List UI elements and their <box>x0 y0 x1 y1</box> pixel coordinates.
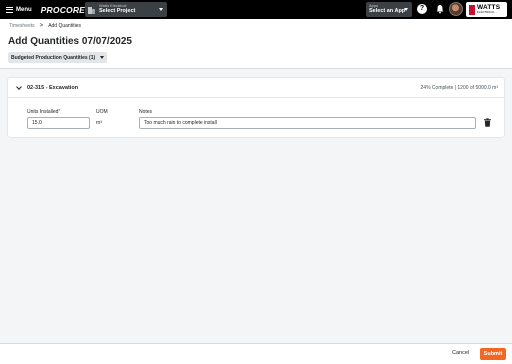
menu-label: Menu <box>16 6 32 13</box>
chevron-down-icon <box>100 56 105 59</box>
company-logo[interactable]: WATTS ELECTRICAL <box>466 2 507 17</box>
page-title: Add Quantities 07/07/2025 <box>8 36 132 47</box>
apps-selector[interactable]: Apps Select an App <box>366 2 412 17</box>
units-installed-input[interactable]: 15.0 <box>27 117 90 129</box>
hamburger-icon <box>6 6 13 13</box>
page-header: Timesheets > Add Quantities Add Quantiti… <box>0 19 512 69</box>
breadcrumb: Timesheets > Add Quantities <box>9 22 81 30</box>
notes-input[interactable]: Too much rain to complete install <box>139 117 476 129</box>
top-navigation-bar: Menu PROCORE Watts Electrical Select Pro… <box>0 0 512 19</box>
budget-quantities-dropdown[interactable]: Budgeted Production Quantities (1) <box>8 52 108 63</box>
company-logo-mark <box>469 4 475 15</box>
header-divider <box>0 68 512 69</box>
breadcrumb-current: Add Quantities <box>48 23 81 29</box>
quantity-card: 02-315 - Excavation 24% Complete | 1200 … <box>8 78 504 137</box>
avatar[interactable] <box>449 2 463 16</box>
chevron-down-icon <box>404 8 408 11</box>
uom-value: m³ <box>96 120 102 126</box>
chevron-down-icon[interactable] <box>16 84 22 90</box>
budget-dropdown-label: Budgeted Production Quantities (1) <box>11 54 96 61</box>
notes-label: Notes <box>139 109 153 115</box>
progress-summary: 24% Complete | 1200 of 5000.0 m³ <box>420 85 498 91</box>
help-icon[interactable]: ? <box>417 4 427 14</box>
bell-icon[interactable] <box>435 4 445 14</box>
company-logo-text: WATTS ELECTRICAL <box>477 4 501 14</box>
uom-label: UOM <box>96 109 108 115</box>
menu-button[interactable]: Menu <box>6 0 32 19</box>
units-installed-label: Units Installed* <box>27 109 61 115</box>
card-header[interactable]: 02-315 - Excavation 24% Complete | 1200 … <box>8 78 504 98</box>
cost-code-title: 02-315 - Excavation <box>27 85 79 91</box>
submit-button[interactable]: Submit <box>480 348 506 360</box>
cancel-button[interactable]: Cancel <box>452 350 469 356</box>
project-label: Select Project <box>99 8 136 15</box>
trash-icon[interactable] <box>483 118 492 127</box>
chevron-down-icon <box>159 8 163 11</box>
procore-logo[interactable]: PROCORE <box>41 5 85 15</box>
footer-bar: Cancel Submit <box>0 343 512 364</box>
building-icon <box>88 6 95 14</box>
project-selector[interactable]: Watts Electrical Select Project <box>85 2 167 17</box>
breadcrumb-separator: > <box>39 23 44 29</box>
breadcrumb-timesheets[interactable]: Timesheets <box>9 23 35 29</box>
